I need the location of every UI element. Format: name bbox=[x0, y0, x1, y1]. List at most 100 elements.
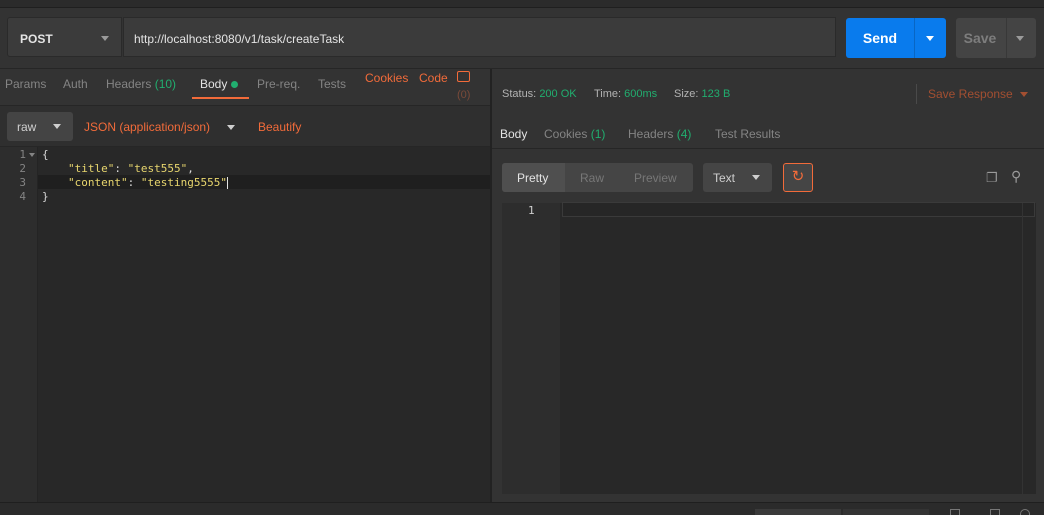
status-bar-tab[interactable] bbox=[843, 509, 929, 515]
shortcuts-icon[interactable] bbox=[990, 509, 1000, 515]
response-tab-cookies-label: Cookies bbox=[544, 127, 588, 141]
line-number: 4 bbox=[19, 190, 26, 203]
tab-headers-label: Headers bbox=[106, 77, 152, 91]
content-type-chevron-icon[interactable] bbox=[227, 125, 235, 130]
size-label: Size: bbox=[674, 88, 699, 100]
format-select[interactable]: Text bbox=[703, 163, 772, 192]
json-string: "testing5555" bbox=[140, 176, 227, 189]
save-response-label: Save Response bbox=[928, 87, 1013, 101]
content-type-select[interactable]: JSON (application/json) bbox=[84, 120, 210, 134]
line-number: 3 bbox=[19, 176, 26, 189]
tab-body[interactable]: Body bbox=[200, 77, 239, 91]
code-link[interactable]: Code bbox=[419, 71, 448, 85]
code-token: , bbox=[187, 162, 194, 175]
line-number: 1 bbox=[19, 148, 26, 161]
view-preview-button[interactable]: Preview bbox=[634, 171, 677, 185]
wrap-lines-icon[interactable]: ↻ bbox=[783, 163, 813, 192]
help-icon[interactable] bbox=[1020, 509, 1030, 515]
save-options-chevron-icon[interactable] bbox=[1016, 36, 1024, 41]
json-string: "test555" bbox=[127, 162, 188, 175]
tab-pre-request-label: Pre-req. bbox=[257, 77, 301, 91]
response-body-viewer[interactable] bbox=[502, 203, 1036, 494]
active-tab-underline bbox=[192, 97, 249, 99]
code-link-label: Code bbox=[419, 71, 448, 85]
method-value: POST bbox=[20, 32, 53, 46]
status-readout: Status: 200 OK bbox=[502, 88, 577, 100]
tab-auth[interactable]: Auth bbox=[63, 77, 88, 91]
code-line: "title": "test555", bbox=[68, 162, 194, 175]
tab-headers[interactable]: Headers (10) bbox=[106, 77, 176, 91]
body-mode-select[interactable]: raw bbox=[7, 112, 73, 141]
code-line: "content": "testing5555" bbox=[68, 176, 228, 189]
size-value: 123 B bbox=[701, 88, 731, 100]
json-key: "title" bbox=[68, 162, 115, 175]
tab-auth-label: Auth bbox=[63, 77, 88, 91]
format-value: Text bbox=[713, 171, 736, 185]
code-token: { bbox=[42, 148, 49, 161]
response-tab-body[interactable]: Body bbox=[500, 127, 527, 141]
pane-splitter[interactable] bbox=[490, 69, 492, 515]
response-scrollbar[interactable] bbox=[1022, 203, 1023, 494]
time-value: 600ms bbox=[624, 88, 658, 100]
copy-icon[interactable]: ❐ bbox=[986, 170, 998, 186]
response-tab-headers-label: Headers bbox=[628, 127, 674, 141]
url-input[interactable]: http://localhost:8080/v1/task/createTask bbox=[123, 17, 836, 57]
chevron-down-icon bbox=[53, 124, 61, 129]
window-top-strip bbox=[0, 0, 1044, 8]
status-label: Status: bbox=[502, 88, 537, 100]
comment-count: (0) bbox=[457, 89, 471, 101]
fold-chevron-icon[interactable] bbox=[29, 153, 35, 157]
response-tab-test-results-label: Test Results bbox=[715, 127, 781, 141]
comment-icon[interactable] bbox=[457, 71, 470, 82]
code-token: : bbox=[127, 176, 141, 189]
request-body-editor[interactable] bbox=[0, 147, 490, 502]
tab-tests-label: Tests bbox=[318, 77, 347, 91]
url-value: http://localhost:8080/v1/task/createTask bbox=[134, 32, 345, 46]
line-number: 2 bbox=[19, 162, 26, 175]
response-tab-body-label: Body bbox=[500, 127, 528, 141]
cookies-link-label: Cookies bbox=[365, 71, 409, 85]
tab-tests[interactable]: Tests bbox=[318, 77, 346, 91]
code-line: { bbox=[42, 148, 49, 161]
save-button[interactable]: Save bbox=[956, 18, 1036, 58]
search-icon[interactable]: ⚲ bbox=[1011, 168, 1021, 185]
tab-params[interactable]: Params bbox=[5, 77, 46, 91]
code-token: : bbox=[114, 162, 128, 175]
save-label: Save bbox=[963, 30, 997, 46]
body-mode-value: raw bbox=[17, 120, 37, 134]
chevron-down-icon bbox=[752, 175, 760, 180]
response-tab-cookies[interactable]: Cookies (1) bbox=[544, 127, 605, 141]
time-readout: Time: 600ms bbox=[594, 88, 657, 100]
response-tab-test-results[interactable]: Test Results bbox=[715, 127, 780, 141]
response-gutter bbox=[502, 203, 560, 494]
response-tab-headers[interactable]: Headers (4) bbox=[628, 127, 691, 141]
status-bar-tab[interactable] bbox=[755, 509, 841, 515]
view-raw-button[interactable]: Raw bbox=[580, 171, 604, 185]
view-pretty-button[interactable]: Pretty bbox=[517, 171, 548, 185]
tab-body-label: Body bbox=[200, 77, 228, 91]
send-options-chevron-icon[interactable] bbox=[926, 36, 934, 41]
tab-params-label: Params bbox=[5, 77, 47, 91]
save-divider bbox=[1006, 18, 1007, 58]
code-token: } bbox=[42, 190, 49, 203]
cookies-link[interactable]: Cookies bbox=[365, 71, 408, 85]
response-tab-cookies-count: (1) bbox=[590, 127, 606, 141]
response-current-line bbox=[562, 202, 1035, 217]
chevron-down-icon bbox=[101, 36, 109, 41]
status-value: 200 OK bbox=[539, 88, 577, 100]
beautify-button[interactable]: Beautify bbox=[258, 120, 301, 134]
tab-pre-request[interactable]: Pre-req. bbox=[257, 77, 300, 91]
send-button[interactable]: Send bbox=[846, 18, 946, 58]
chevron-down-icon bbox=[1020, 92, 1028, 97]
body-indicator-dot bbox=[231, 81, 239, 89]
method-select[interactable]: POST bbox=[7, 17, 122, 57]
send-divider bbox=[914, 18, 915, 58]
tab-headers-count: (10) bbox=[154, 77, 177, 91]
save-response-button[interactable]: Save Response bbox=[916, 84, 1036, 104]
json-key: "content" bbox=[68, 176, 128, 189]
body-options-bar bbox=[0, 105, 490, 147]
code-line: } bbox=[42, 190, 49, 203]
text-cursor bbox=[226, 177, 228, 189]
layout-icon[interactable] bbox=[950, 509, 960, 515]
response-tabs-divider bbox=[492, 148, 1044, 149]
